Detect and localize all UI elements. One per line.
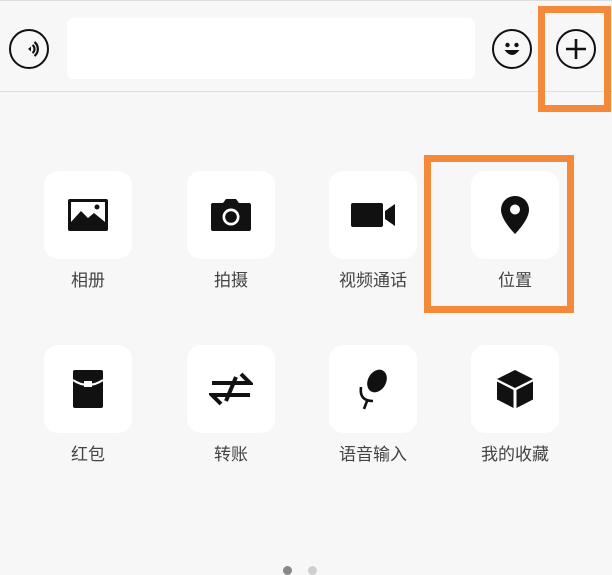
page-dot-active[interactable] — [283, 566, 292, 575]
video-call-label: 视频通话 — [339, 271, 407, 291]
location-label: 位置 — [498, 271, 532, 291]
page-indicator — [283, 566, 323, 575]
video-call-button[interactable] — [329, 171, 417, 259]
video-call-icon — [351, 203, 395, 227]
camera-button[interactable] — [187, 171, 275, 259]
red-envelope-button[interactable] — [44, 345, 132, 433]
microphone-icon — [359, 369, 387, 410]
photo-album-icon — [68, 199, 108, 231]
camera-label: 拍摄 — [214, 271, 248, 291]
more-panel: 相册 拍摄 视频通话 位置 红包 转账 语音输入 我的收藏 — [0, 0, 612, 575]
chat-screen: 相册 拍摄 视频通话 位置 红包 转账 语音输入 我的收藏 — [0, 0, 612, 575]
voice-input-label: 语音输入 — [339, 445, 407, 465]
transfer-icon — [209, 372, 253, 406]
favorites-button[interactable] — [471, 345, 559, 433]
favorites-cube-icon — [497, 370, 533, 408]
camera-icon — [211, 199, 251, 231]
page-dot-inactive[interactable] — [308, 566, 317, 575]
red-envelope-label: 红包 — [71, 445, 105, 465]
location-pin-icon — [501, 196, 529, 234]
location-button[interactable] — [471, 171, 559, 259]
red-envelope-icon — [72, 370, 104, 408]
transfer-button[interactable] — [187, 345, 275, 433]
favorites-label: 我的收藏 — [481, 445, 549, 465]
album-button[interactable] — [44, 171, 132, 259]
voice-input-button[interactable] — [329, 345, 417, 433]
album-label: 相册 — [71, 271, 105, 291]
transfer-label: 转账 — [214, 445, 248, 465]
